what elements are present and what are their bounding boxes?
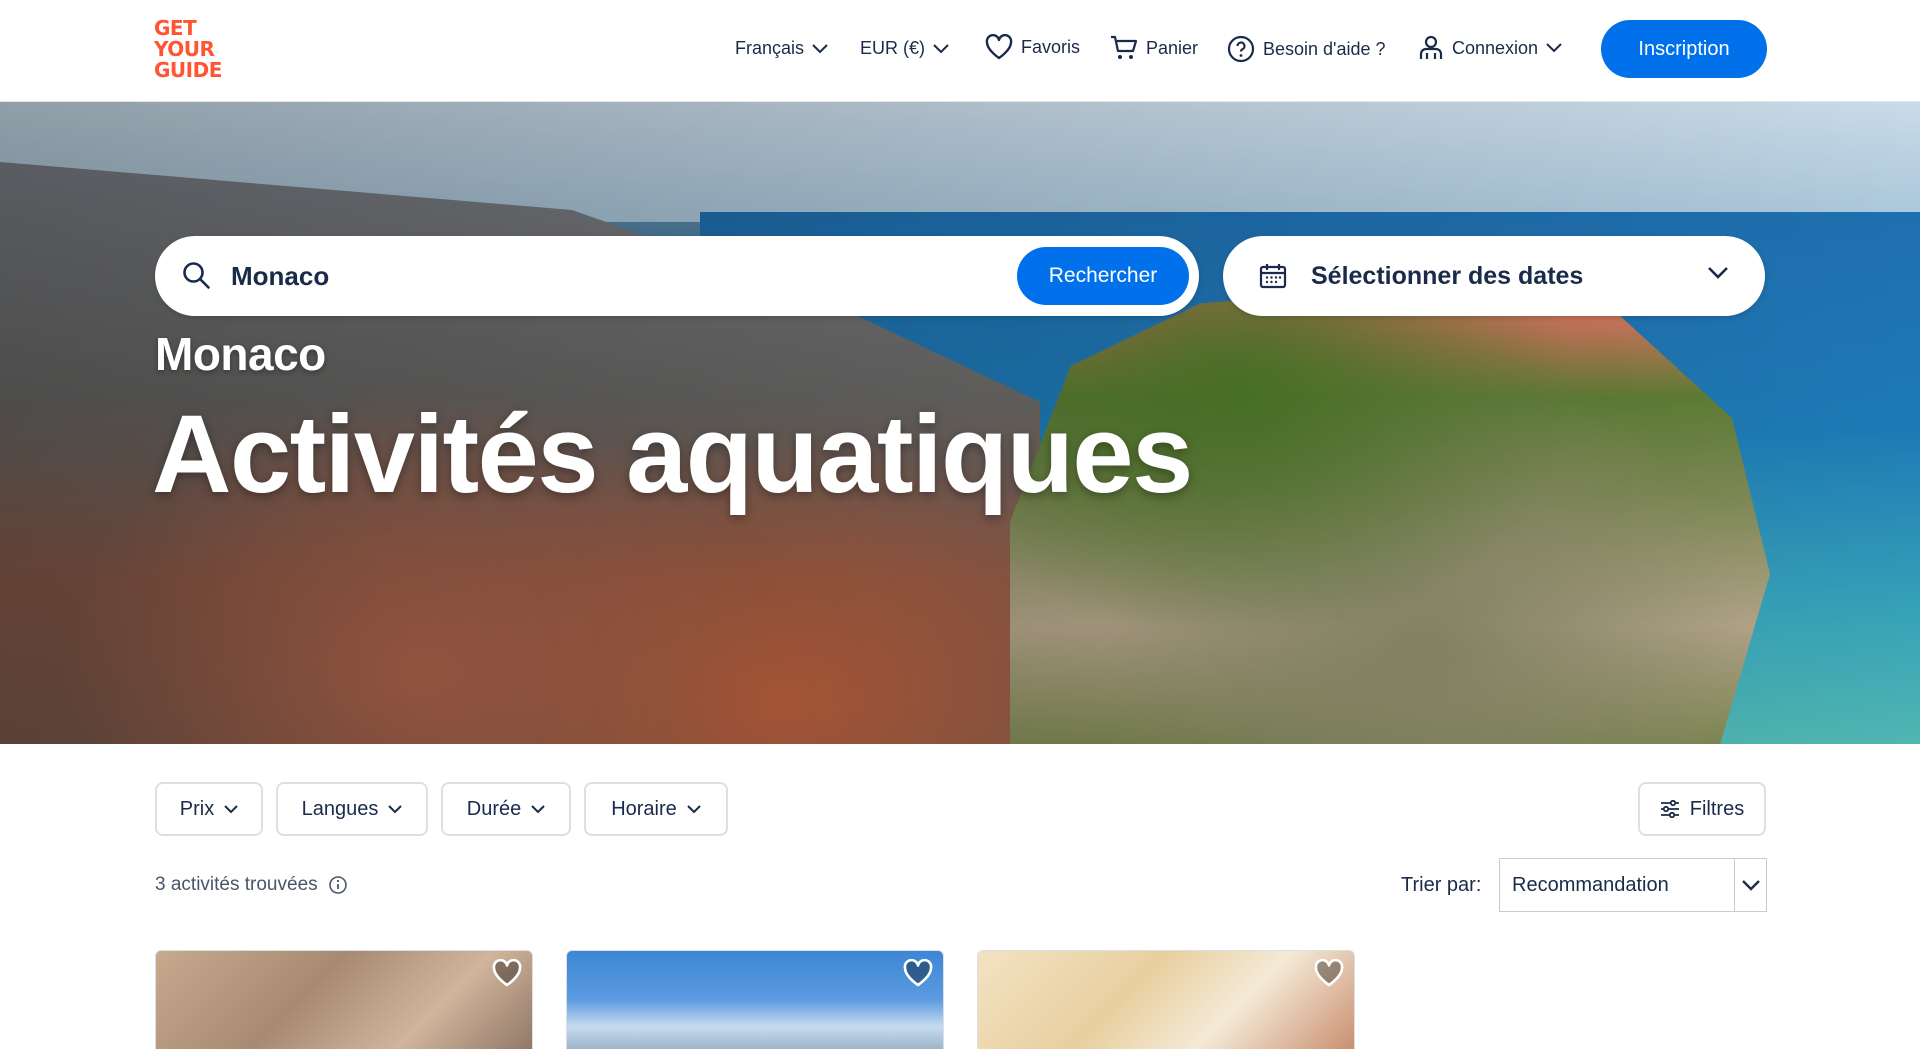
heart-icon: [985, 34, 1013, 60]
chevron-down-icon: [1708, 267, 1728, 279]
sort-value: Recommandation: [1512, 874, 1669, 896]
signup-button[interactable]: Inscription: [1601, 20, 1767, 78]
chevron-down-icon: [224, 804, 238, 813]
filter-languages-label: Langues: [301, 797, 379, 820]
results-count: 3 activités trouvées: [155, 874, 348, 896]
filter-time-label: Horaire: [611, 797, 677, 820]
favorites-label: Favoris: [1021, 36, 1081, 57]
heart-icon[interactable]: [903, 959, 933, 987]
language-label: Français: [735, 38, 805, 58]
help-label: Besoin d'aide ?: [1263, 38, 1386, 59]
activity-card[interactable]: [155, 950, 533, 1049]
search-icon: [183, 262, 210, 289]
heart-icon[interactable]: [1314, 959, 1344, 987]
site-header: GET YOUR GUIDE Français EUR (€) Favoris …: [0, 0, 1920, 102]
filter-duration[interactable]: Durée: [441, 782, 571, 836]
language-selector[interactable]: Français: [735, 38, 828, 59]
hero-banner: Rechercher Sélectionner des dates Monaco…: [0, 102, 1920, 744]
activity-card[interactable]: [977, 950, 1355, 1049]
chevron-down-icon: [531, 804, 545, 813]
chevron-down-icon: [933, 43, 949, 53]
heart-icon[interactable]: [492, 959, 522, 987]
cart-link[interactable]: Panier: [1110, 35, 1198, 61]
logo-line-1: GET: [154, 16, 197, 40]
info-icon[interactable]: [328, 875, 348, 895]
search-bar: Rechercher: [155, 236, 1199, 316]
chevron-down-icon: [812, 43, 828, 53]
getyourguide-logo[interactable]: GET YOUR GUIDE: [154, 18, 230, 80]
user-icon: [1419, 35, 1443, 59]
login-label: Connexion: [1452, 37, 1539, 58]
sort-label: Trier par:: [1401, 874, 1482, 896]
search-button[interactable]: Rechercher: [1017, 247, 1189, 305]
filter-time[interactable]: Horaire: [584, 782, 728, 836]
results-count-text: 3 activités trouvées: [155, 874, 318, 895]
currency-selector[interactable]: EUR (€): [860, 38, 949, 59]
sort-dropdown-toggle[interactable]: [1734, 859, 1766, 911]
all-filters-label: Filtres: [1689, 797, 1745, 820]
date-picker-label: Sélectionner des dates: [1311, 262, 1584, 290]
logo-line-3: GUIDE: [154, 58, 222, 82]
cart-icon: [1111, 35, 1138, 59]
cart-label: Panier: [1146, 37, 1199, 58]
chevron-down-icon: [1741, 879, 1760, 891]
activity-card[interactable]: [566, 950, 944, 1049]
currency-label: EUR (€): [860, 38, 926, 58]
filter-price-label: Prix: [179, 797, 215, 820]
help-link[interactable]: Besoin d'aide ?: [1227, 35, 1386, 63]
filter-duration-label: Durée: [466, 797, 522, 820]
filter-languages[interactable]: Langues: [276, 782, 428, 836]
chevron-down-icon: [687, 804, 701, 813]
filter-price[interactable]: Prix: [155, 782, 263, 836]
chevron-down-icon: [388, 804, 403, 813]
search-input[interactable]: [231, 250, 931, 302]
date-picker[interactable]: Sélectionner des dates: [1223, 236, 1765, 316]
chevron-down-icon: [1546, 43, 1562, 53]
favorites-link[interactable]: Favoris: [985, 34, 1080, 60]
login-menu[interactable]: Connexion: [1418, 35, 1562, 61]
sliders-icon: [1660, 800, 1679, 818]
logo-line-2: YOUR: [154, 37, 215, 61]
all-filters-button[interactable]: Filtres: [1638, 782, 1766, 836]
hero-location: Monaco: [155, 328, 326, 380]
sort-select[interactable]: Recommandation: [1499, 858, 1767, 912]
calendar-icon: [1259, 264, 1287, 289]
page-title: Activités aquatiques: [152, 393, 1193, 516]
help-icon: [1227, 35, 1255, 63]
